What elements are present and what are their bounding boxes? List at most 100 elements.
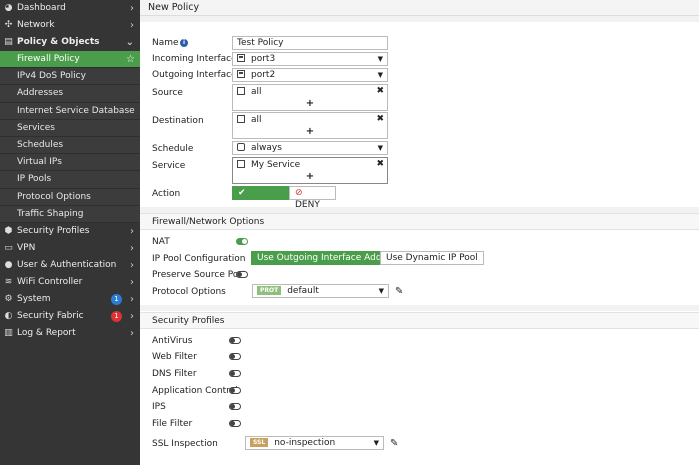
nav-label: Network <box>17 20 55 30</box>
pencil-icon[interactable]: ✎ <box>390 438 398 449</box>
sidebar-item-ipv4-dos-policy[interactable]: IPv4 DoS Policy <box>0 68 140 86</box>
page-title: New Policy <box>140 0 699 16</box>
sidebar-item-label: Services <box>17 122 55 133</box>
sidebar-item-internet-service-database[interactable]: Internet Service Database <box>0 102 140 120</box>
name-field[interactable]: Test Policy <box>232 36 388 50</box>
pencil-icon[interactable]: ✎ <box>395 286 403 297</box>
service-entry[interactable]: My Service <box>237 159 300 171</box>
security-profiles-header: Security Profiles <box>140 312 699 329</box>
info-icon[interactable]: i <box>180 39 188 47</box>
chevron-right-icon: › <box>130 3 134 14</box>
protocol-options-label: Protocol Options <box>152 287 226 297</box>
destination-entry[interactable]: all <box>237 114 262 126</box>
nav-security-fabric[interactable]: ◐ Security Fabric 1 › <box>0 308 140 325</box>
nav-system[interactable]: ⚙ System 1 › <box>0 291 140 308</box>
incoming-interface-select[interactable]: port3 ▼ <box>232 52 388 66</box>
application-control-toggle[interactable] <box>229 387 241 394</box>
sidebar: ◕ Dashboard › ✣ Network › ▤ Policy & Obj… <box>0 0 140 465</box>
sidebar-item-traffic-shaping[interactable]: Traffic Shaping <box>0 205 140 223</box>
use-dynamic-ip-pool-button[interactable]: Use Dynamic IP Pool <box>380 251 484 265</box>
nav-policy-objects[interactable]: ▤ Policy & Objects ⌄ <box>0 34 140 51</box>
remove-icon[interactable]: ✖ <box>376 159 384 169</box>
outgoing-interface-select[interactable]: port2 ▼ <box>232 68 388 82</box>
service-label: Service <box>152 161 186 171</box>
sidebar-item-label: Schedules <box>17 139 64 150</box>
nat-toggle[interactable] <box>236 238 248 245</box>
nav-security-profiles[interactable]: ⬢ Security Profiles › <box>0 223 140 240</box>
nav-wifi-controller[interactable]: ≋ WiFi Controller › <box>0 274 140 291</box>
sidebar-item-protocol-options[interactable]: Protocol Options <box>0 188 140 206</box>
schedule-value: always <box>251 143 282 153</box>
outgoing-interface-value: port2 <box>251 70 276 80</box>
sidebar-item-ip-pools[interactable]: IP Pools <box>0 171 140 189</box>
add-service-button[interactable]: + <box>233 171 387 182</box>
ssl-inspection-select[interactable]: SSL no-inspection ▼ <box>245 436 384 450</box>
file-filter-label: File Filter <box>152 419 193 429</box>
remove-icon[interactable]: ✖ <box>376 114 384 124</box>
web-filter-toggle[interactable] <box>229 353 241 360</box>
sidebar-item-virtual-ips[interactable]: Virtual IPs <box>0 154 140 172</box>
source-value: all <box>251 87 262 97</box>
antivirus-toggle[interactable] <box>229 337 241 344</box>
add-destination-button[interactable]: + <box>233 126 387 137</box>
sidebar-item-schedules[interactable]: Schedules <box>0 136 140 155</box>
preserve-source-port-toggle[interactable] <box>236 271 248 278</box>
deny-button[interactable]: ⊘ DENY <box>289 186 336 210</box>
source-field[interactable]: all ✖ + <box>232 84 388 111</box>
protocol-options-select[interactable]: PROT default ▼ <box>252 284 389 298</box>
ips-label: IPS <box>152 402 166 412</box>
sidebar-item-services[interactable]: Services <box>0 119 140 137</box>
service-value: My Service <box>251 160 301 170</box>
nav-user-authentication[interactable]: ● User & Authentication › <box>0 257 140 274</box>
ips-toggle[interactable] <box>229 403 241 410</box>
sidebar-item-addresses[interactable]: Addresses <box>0 85 140 103</box>
notification-badge: 1 <box>111 310 122 322</box>
file-filter-toggle[interactable] <box>229 420 241 427</box>
network-icon: ✣ <box>4 20 13 30</box>
incoming-interface-value: port3 <box>251 54 276 64</box>
accept-button[interactable]: ✔ ACCEPT <box>232 186 289 210</box>
sidebar-item-firewall-policy[interactable]: Firewall Policy ☆ <box>0 51 140 69</box>
dashboard-icon: ◕ <box>4 3 13 13</box>
nav-dashboard[interactable]: ◕ Dashboard › <box>0 0 140 17</box>
name-label: Name <box>152 38 179 48</box>
sidebar-item-label: IPv4 DoS Policy <box>17 71 86 82</box>
nav-label: System <box>17 293 51 304</box>
sidebar-item-label: Traffic Shaping <box>17 208 84 219</box>
source-label: Source <box>152 88 183 98</box>
check-icon: ✔ <box>238 188 246 198</box>
nav-label: VPN <box>17 242 36 253</box>
destination-field[interactable]: all ✖ + <box>232 112 388 139</box>
service-icon <box>237 160 245 168</box>
chevron-right-icon: › <box>130 276 134 288</box>
add-source-button[interactable]: + <box>233 98 387 109</box>
fabric-icon: ◐ <box>4 310 13 321</box>
security-profiles-icon: ⬢ <box>4 225 13 236</box>
nav-log-report[interactable]: ▥ Log & Report › <box>0 325 140 342</box>
dns-filter-label: DNS Filter <box>152 369 197 379</box>
chevron-right-icon: › <box>130 327 134 339</box>
policy-icon: ▤ <box>4 37 13 47</box>
chevron-right-icon: › <box>130 259 134 271</box>
star-icon[interactable]: ☆ <box>126 51 135 68</box>
schedule-label: Schedule <box>152 144 194 154</box>
sidebar-item-label: Virtual IPs <box>17 157 62 168</box>
action-label: Action <box>152 189 181 199</box>
user-icon: ● <box>4 259 13 270</box>
source-entry[interactable]: all <box>237 86 262 98</box>
nav-label: Log & Report <box>17 327 76 338</box>
dns-filter-toggle[interactable] <box>229 370 241 377</box>
nav-label: Policy & Objects <box>17 37 100 47</box>
schedule-select[interactable]: always ▼ <box>232 141 388 155</box>
prot-tag: PROT <box>257 286 282 295</box>
chevron-right-icon: › <box>130 293 134 305</box>
chevron-right-icon: › <box>130 310 134 322</box>
chevron-right-icon: › <box>130 225 134 237</box>
notification-badge: 1 <box>111 293 122 305</box>
service-field[interactable]: My Service ✖ + <box>232 157 388 184</box>
remove-icon[interactable]: ✖ <box>376 86 384 96</box>
port-icon <box>237 70 245 78</box>
nav-vpn[interactable]: ▭ VPN › <box>0 240 140 257</box>
sidebar-item-label: Protocol Options <box>17 191 91 202</box>
nav-network[interactable]: ✣ Network › <box>0 17 140 34</box>
